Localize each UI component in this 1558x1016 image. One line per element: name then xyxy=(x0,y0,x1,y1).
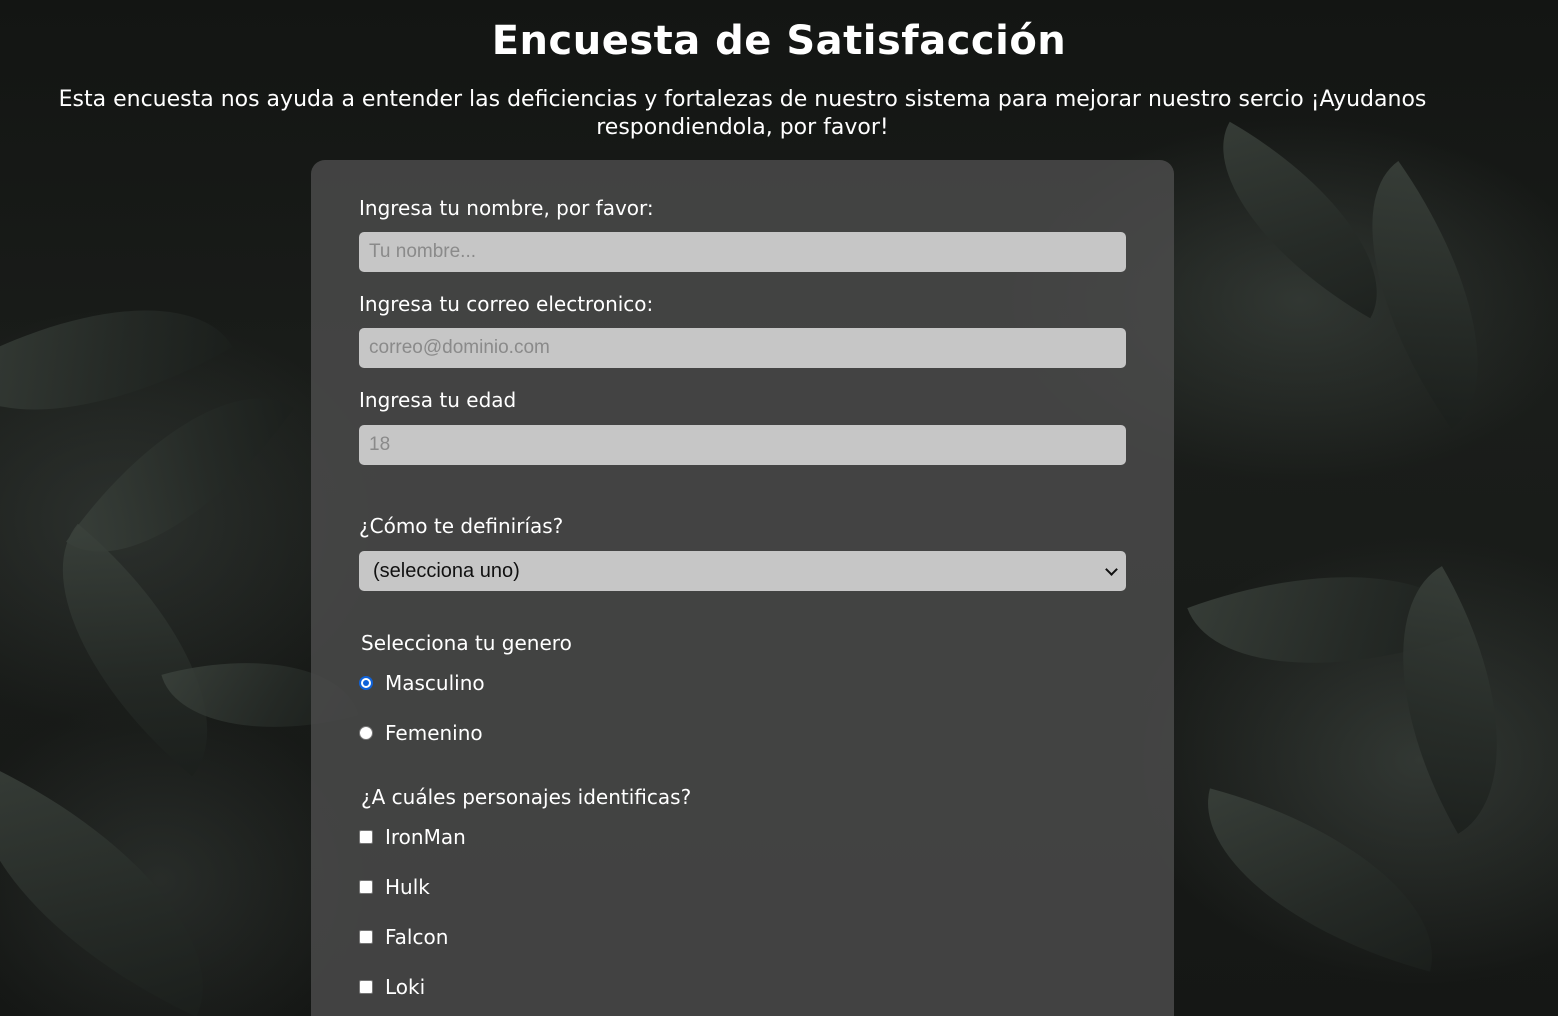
character-option-hulk[interactable]: Hulk xyxy=(359,875,430,899)
age-label: Ingresa tu edad xyxy=(359,388,517,412)
define-select-value: (selecciona uno) xyxy=(373,559,520,582)
define-select[interactable]: (selecciona uno) xyxy=(359,551,1126,591)
character-option-loki[interactable]: Loki xyxy=(359,975,425,999)
email-input[interactable] xyxy=(359,328,1126,368)
gender-option-label: Masculino xyxy=(385,671,485,695)
gender-label: Selecciona tu genero xyxy=(361,631,572,655)
email-label: Ingresa tu correo electronico: xyxy=(359,292,654,316)
checkbox-loki[interactable] xyxy=(359,980,373,994)
checkbox-hulk[interactable] xyxy=(359,880,373,894)
character-option-label: Falcon xyxy=(385,925,449,949)
chevron-down-icon xyxy=(1105,563,1118,576)
characters-label: ¿A cuáles personajes identificas? xyxy=(361,785,692,809)
age-input[interactable] xyxy=(359,425,1126,465)
gender-option-femenino[interactable]: Femenino xyxy=(359,721,483,745)
page-title: Encuesta de Satisfacción xyxy=(491,18,1067,64)
name-input[interactable] xyxy=(359,232,1126,272)
survey-form: Ingresa tu nombre, por favor: Ingresa tu… xyxy=(311,160,1174,1016)
name-label: Ingresa tu nombre, por favor: xyxy=(359,196,654,220)
character-option-label: Loki xyxy=(385,975,426,999)
radio-femenino[interactable] xyxy=(359,726,373,740)
define-label: ¿Cómo te definirías? xyxy=(359,514,564,538)
checkbox-ironman[interactable] xyxy=(359,830,373,844)
character-option-label: Hulk xyxy=(385,875,430,899)
character-option-ironman[interactable]: IronMan xyxy=(359,825,466,849)
checkbox-falcon[interactable] xyxy=(359,930,373,944)
character-option-falcon[interactable]: Falcon xyxy=(359,925,448,949)
gender-option-masculino[interactable]: Masculino xyxy=(359,671,485,695)
radio-masculino[interactable] xyxy=(359,676,373,690)
page-description: Esta encuesta nos ayuda a entender las d… xyxy=(58,87,1427,140)
character-option-label: IronMan xyxy=(385,825,466,849)
gender-option-label: Femenino xyxy=(385,721,483,745)
